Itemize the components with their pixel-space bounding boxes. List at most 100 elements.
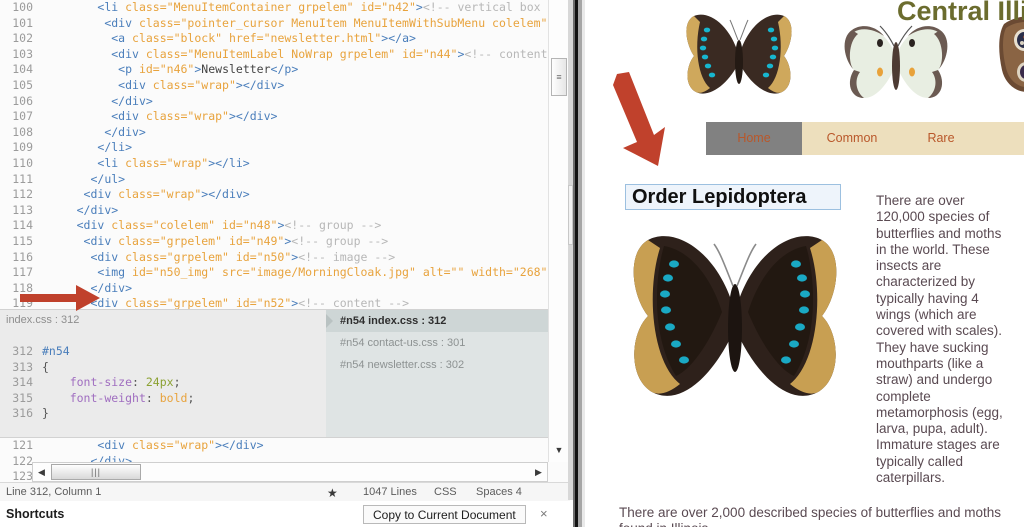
code-token: "wrap" bbox=[194, 77, 236, 92]
indent-setting-label[interactable]: Spaces 4 bbox=[476, 486, 522, 498]
code-token: "newsletter.html" bbox=[263, 31, 382, 46]
code-token: ></li> bbox=[208, 155, 250, 170]
code-line: 115 <div class="grpelem" id="n49"><!-- g… bbox=[0, 234, 548, 250]
code-token: <li bbox=[97, 155, 126, 170]
css-rule-item[interactable]: #n54 contact-us.css : 301 bbox=[326, 332, 548, 354]
vertical-scrollbar[interactable]: ≡ ▼ bbox=[548, 0, 569, 462]
line-number: 315 bbox=[12, 390, 33, 405]
shortcuts-label: Shortcuts bbox=[6, 507, 65, 521]
code-token: <a bbox=[111, 31, 133, 46]
bookmark-star-icon[interactable]: ★ bbox=[327, 486, 338, 500]
line-count-label: 1047 Lines bbox=[363, 486, 417, 498]
line-number: 102 bbox=[12, 31, 33, 46]
editor-status-bar: Line 312, Column 1 ★ 1047 Lines CSS Spac… bbox=[0, 482, 570, 503]
code-token: src= bbox=[215, 265, 250, 280]
code-line: 110 <li class="wrap"></li> bbox=[0, 156, 548, 172]
line-number: 312 bbox=[12, 344, 33, 358]
code-token: Newsletter bbox=[201, 62, 271, 77]
line-number: 111 bbox=[12, 171, 33, 186]
code-token: ; bbox=[187, 390, 195, 405]
code-token: class= bbox=[125, 296, 167, 309]
line-number: 115 bbox=[12, 233, 33, 248]
code-token: : bbox=[145, 390, 160, 405]
line-number: 107 bbox=[12, 109, 33, 124]
nav-item-rare[interactable]: Rare bbox=[902, 122, 980, 155]
intro-paragraph: There are over 120,000 species of butter… bbox=[876, 193, 1003, 486]
vertical-scrollbar-thumb[interactable]: ≡ bbox=[551, 58, 567, 96]
copy-to-current-document-button[interactable]: Copy to Current Document bbox=[363, 505, 526, 524]
code-token: </div> bbox=[76, 202, 119, 217]
code-token: "n42" bbox=[381, 0, 416, 14]
code-token: ></div> bbox=[235, 77, 285, 92]
nav-item-common[interactable]: Common bbox=[802, 122, 902, 155]
site-title: Central Illi bbox=[897, 0, 1024, 26]
code-token: id= bbox=[353, 0, 382, 14]
line-number: 113 bbox=[12, 202, 33, 217]
code-token: <!-- content --> bbox=[464, 46, 548, 61]
code-line: 312 #n54 bbox=[0, 344, 326, 360]
code-line: 315 font-weight: bold; bbox=[0, 391, 326, 407]
code-token: class= bbox=[138, 15, 181, 30]
code-token: font-size bbox=[69, 375, 133, 390]
code-line: 105 <div class="wrap"></div> bbox=[0, 78, 548, 94]
code-token: <div bbox=[104, 15, 139, 30]
code-editor-pane: 100 <li class="MenuItemContainer grpelem… bbox=[0, 0, 570, 527]
code-line: 313 { bbox=[0, 360, 326, 376]
line-number: 316 bbox=[12, 406, 33, 421]
code-token: class= bbox=[125, 155, 167, 170]
close-icon[interactable]: × bbox=[540, 506, 548, 521]
scroll-down-arrow-icon[interactable]: ▼ bbox=[549, 440, 569, 460]
code-token: "268" bbox=[512, 265, 548, 280]
code-line: 104 <p id="n46">Newsletter</p> bbox=[0, 62, 548, 78]
line-number: 314 bbox=[12, 375, 33, 390]
scroll-left-arrow-icon[interactable]: ◀ bbox=[33, 463, 50, 481]
css-source-view[interactable]: 312 #n54 313{314 font-size: 24px; 315 font-… bbox=[0, 344, 326, 422]
code-token: </div> bbox=[111, 93, 153, 108]
code-token: <div bbox=[90, 249, 126, 264]
code-token: "n46" bbox=[159, 62, 195, 77]
code-token: <!-- image --> bbox=[298, 249, 396, 264]
shortcuts-bar: Shortcuts Copy to Current Document × bbox=[0, 501, 570, 527]
code-token: width= bbox=[464, 265, 513, 280]
horizontal-scrollbar-thumb[interactable]: ||| bbox=[51, 464, 141, 480]
code-token: 24px bbox=[145, 375, 174, 390]
code-token: <div bbox=[97, 438, 133, 452]
code-token: class= bbox=[145, 109, 188, 124]
order-lepidoptera-heading-box[interactable]: Order Lepidoptera bbox=[625, 184, 841, 210]
nav-item-home[interactable]: Home bbox=[706, 122, 802, 155]
css-rule-item[interactable]: #n54 index.css : 312 bbox=[326, 310, 548, 332]
code-token: "image/MorningCloak.jpg" bbox=[249, 265, 416, 280]
css-rule-list[interactable]: #n54 index.css : 312 #n54 contact-us.css … bbox=[326, 309, 548, 438]
code-token: ></div> bbox=[201, 187, 250, 202]
css-rule-item[interactable]: #n54 newsletter.css : 302 bbox=[326, 354, 548, 376]
horizontal-scrollbar[interactable]: ◀ ||| ▶ bbox=[32, 462, 548, 482]
code-token: <!-- vertical box --> bbox=[422, 0, 548, 14]
html-source-view[interactable]: 100 <li class="MenuItemContainer grpelem… bbox=[0, 0, 548, 309]
code-token: <div bbox=[83, 233, 119, 248]
code-token: ; bbox=[173, 375, 181, 390]
scroll-right-arrow-icon[interactable]: ▶ bbox=[530, 463, 547, 481]
code-token: bold bbox=[159, 390, 188, 405]
code-token: <img bbox=[97, 265, 133, 280]
code-token: "block" bbox=[173, 31, 223, 46]
code-token: "grpelem" bbox=[166, 249, 229, 264]
code-token: } bbox=[42, 406, 49, 421]
code-token: <!-- content --> bbox=[298, 296, 409, 309]
code-line: 102 <a class="block" href="newsletter.ht… bbox=[0, 31, 548, 47]
language-mode-label[interactable]: CSS bbox=[434, 486, 457, 498]
line-number: 121 bbox=[12, 438, 33, 452]
code-token: ></div> bbox=[215, 438, 264, 452]
code-token: </p> bbox=[270, 62, 299, 77]
code-token: "wrap" bbox=[159, 187, 202, 202]
code-token: "MenuItemLabel NoWrap grpelem" bbox=[187, 46, 396, 61]
mourning-cloak-butterfly-header-icon bbox=[686, 14, 792, 94]
code-token: ></a> bbox=[381, 31, 416, 46]
